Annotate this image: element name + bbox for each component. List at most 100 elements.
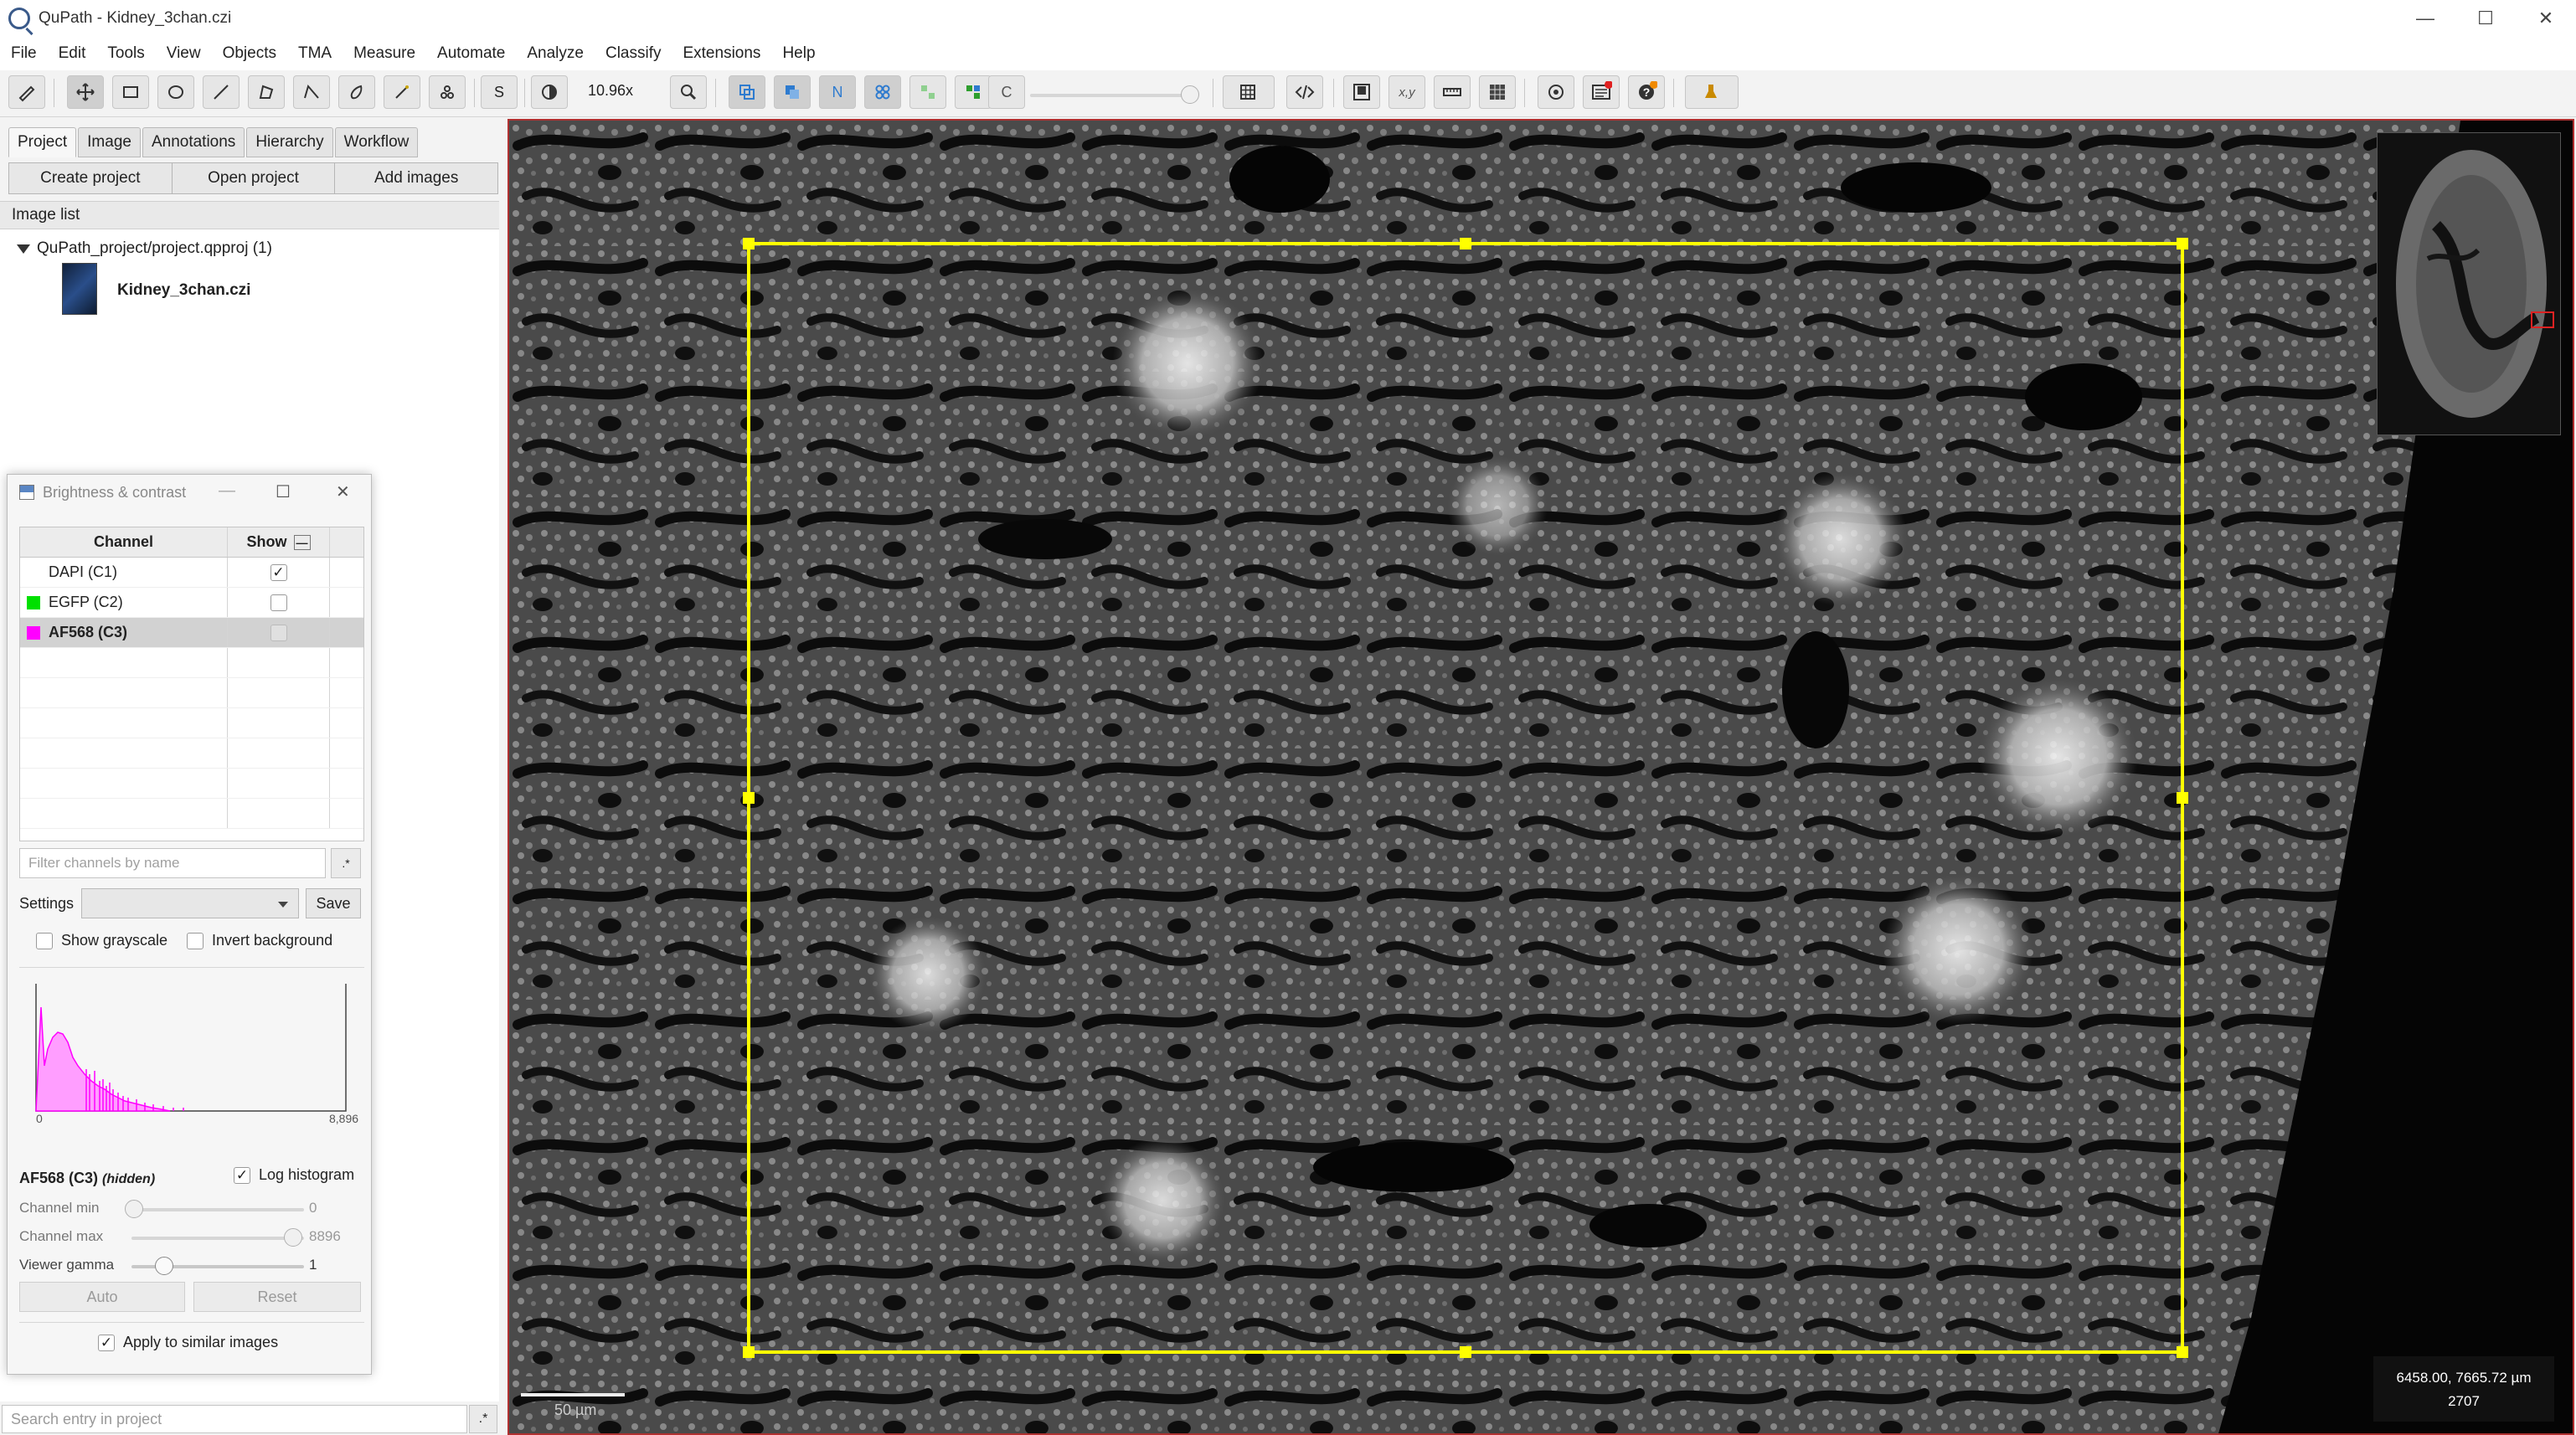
open-project-button[interactable]: Open project <box>171 162 336 194</box>
menu-extensions[interactable]: Extensions <box>672 44 771 63</box>
auto-button[interactable]: Auto <box>19 1282 185 1312</box>
menu-edit[interactable]: Edit <box>48 44 97 63</box>
polygon-tool-button[interactable] <box>248 75 285 109</box>
tab-annotations[interactable]: Annotations <box>142 127 245 157</box>
menu-view[interactable]: View <box>156 44 212 63</box>
menu-help[interactable]: Help <box>771 44 826 63</box>
selection-mode-button[interactable]: S <box>481 75 518 109</box>
invert-background-checkbox[interactable]: Invert background <box>187 932 332 949</box>
menu-tools[interactable]: Tools <box>96 44 155 63</box>
brightness-contrast-button[interactable] <box>531 75 568 109</box>
tab-hierarchy[interactable]: Hierarchy <box>246 127 333 157</box>
empty-row <box>20 799 363 829</box>
settings-dropdown[interactable] <box>81 888 299 918</box>
reset-button[interactable]: Reset <box>193 1282 361 1312</box>
fill-annotations-button[interactable] <box>774 75 811 109</box>
toggle-panel-button[interactable] <box>8 75 45 109</box>
channel-color-swatch[interactable] <box>27 565 40 579</box>
expand-triangle-icon[interactable] <box>17 244 30 254</box>
grid-options-button[interactable] <box>1223 75 1275 109</box>
dialog-header: Brightness & contrast — ☐ ✕ <box>8 475 371 510</box>
project-search-input[interactable]: Search entry in project <box>2 1405 467 1433</box>
tab-project[interactable]: Project <box>8 127 77 157</box>
menu-analyze[interactable]: Analyze <box>516 44 595 63</box>
channel-show-checkbox[interactable] <box>270 624 287 641</box>
channel-column-header[interactable]: Channel <box>20 527 228 557</box>
image-thumbnail[interactable] <box>62 263 97 315</box>
script-editor-button[interactable] <box>1286 75 1323 109</box>
wand-tool-button[interactable] <box>384 75 420 109</box>
rectangle-tool-button[interactable] <box>112 75 149 109</box>
channel-max-thumb[interactable] <box>284 1228 302 1247</box>
show-column-header[interactable]: Show — <box>228 527 330 557</box>
channel-row[interactable]: EGFP (C2) <box>20 588 363 618</box>
polyline-tool-button[interactable] <box>293 75 330 109</box>
image-viewer[interactable]: 50 µm 6458.00, 7665.72 µm 2707 <box>507 119 2574 1435</box>
fill-detections-button[interactable] <box>955 75 992 109</box>
points-tool-button[interactable] <box>429 75 466 109</box>
menu-file[interactable]: File <box>0 44 48 63</box>
target-icon <box>1548 85 1564 100</box>
menu-objects[interactable]: Objects <box>212 44 287 63</box>
add-images-button[interactable]: Add images <box>334 162 499 194</box>
scalebar-button[interactable] <box>1434 75 1471 109</box>
filter-regex-button[interactable]: .* <box>331 848 361 878</box>
channel-show-checkbox[interactable]: ✓ <box>270 563 287 581</box>
tab-workflow[interactable]: Workflow <box>334 127 419 157</box>
show-tma-grid-button[interactable] <box>864 75 901 109</box>
show-detections-button[interactable] <box>909 75 946 109</box>
channel-show-checkbox[interactable] <box>270 594 287 611</box>
collapse-icon[interactable]: — <box>293 534 311 550</box>
overview-thumbnail[interactable] <box>2377 132 2561 435</box>
move-tool-button[interactable] <box>67 75 104 109</box>
measurement-maps-button[interactable] <box>1538 75 1574 109</box>
menu-bar: File Edit Tools View Objects TMA Measure… <box>0 37 2576 70</box>
show-names-button[interactable]: N <box>819 75 856 109</box>
maximize-button[interactable]: ☐ <box>2455 0 2516 37</box>
project-node[interactable]: QuPath_project/project.qpproj (1) <box>17 239 272 258</box>
help-button[interactable]: ? <box>1628 75 1665 109</box>
channel-row-selected[interactable]: AF568 (C3) <box>20 618 363 648</box>
menu-measure[interactable]: Measure <box>343 44 426 63</box>
channel-row[interactable]: DAPI (C1) ✓ <box>20 558 363 588</box>
dialog-minimize-button[interactable]: — <box>219 481 235 501</box>
minimize-button[interactable]: — <box>2395 0 2455 37</box>
menu-automate[interactable]: Automate <box>426 44 516 63</box>
opacity-slider-thumb[interactable] <box>1181 85 1199 104</box>
channel-max-slider[interactable] <box>131 1237 304 1240</box>
ellipse-tool-button[interactable] <box>157 75 194 109</box>
dialog-maximize-button[interactable]: ☐ <box>276 481 291 502</box>
overview-button[interactable] <box>1343 75 1380 109</box>
save-settings-button[interactable]: Save <box>306 888 361 918</box>
zoom-to-fit-button[interactable] <box>670 75 707 109</box>
filter-channels-input[interactable]: Filter channels by name <box>19 848 326 878</box>
channel-min-thumb[interactable] <box>125 1200 143 1218</box>
pixel-grid-button[interactable] <box>1479 75 1516 109</box>
menu-tma[interactable]: TMA <box>287 44 343 63</box>
close-window-button[interactable]: ✕ <box>2516 0 2576 37</box>
show-grayscale-checkbox[interactable]: Show grayscale <box>36 932 167 949</box>
move-icon <box>76 83 95 101</box>
create-project-button[interactable]: Create project <box>8 162 173 194</box>
search-regex-button[interactable]: .* <box>469 1405 497 1433</box>
show-annotations-button[interactable] <box>729 75 765 109</box>
dialog-close-button[interactable]: ✕ <box>336 481 350 502</box>
channel-color-swatch[interactable] <box>27 595 40 609</box>
brush-tool-button[interactable] <box>338 75 375 109</box>
log-button[interactable] <box>1583 75 1620 109</box>
log-histogram-checkbox[interactable]: ✓ Log histogram <box>234 1166 354 1184</box>
gamma-thumb[interactable] <box>155 1257 173 1275</box>
opacity-slider[interactable] <box>1030 94 1198 97</box>
channel-color-swatch[interactable] <box>27 625 40 640</box>
apply-similar-checkbox[interactable]: ✓ Apply to similar images <box>98 1334 278 1351</box>
dialog-title: Brightness & contrast <box>43 483 187 501</box>
show-connections-button[interactable]: C <box>988 75 1025 109</box>
line-tool-button[interactable] <box>203 75 240 109</box>
tab-image[interactable]: Image <box>78 127 141 157</box>
menu-classify[interactable]: Classify <box>595 44 672 63</box>
channel-min-slider[interactable] <box>131 1208 304 1211</box>
overview-icon <box>1353 84 1370 100</box>
extensions-button[interactable] <box>1685 75 1739 109</box>
location-button[interactable]: x,y <box>1388 75 1425 109</box>
image-entry-name[interactable]: Kidney_3chan.czi <box>117 281 250 300</box>
